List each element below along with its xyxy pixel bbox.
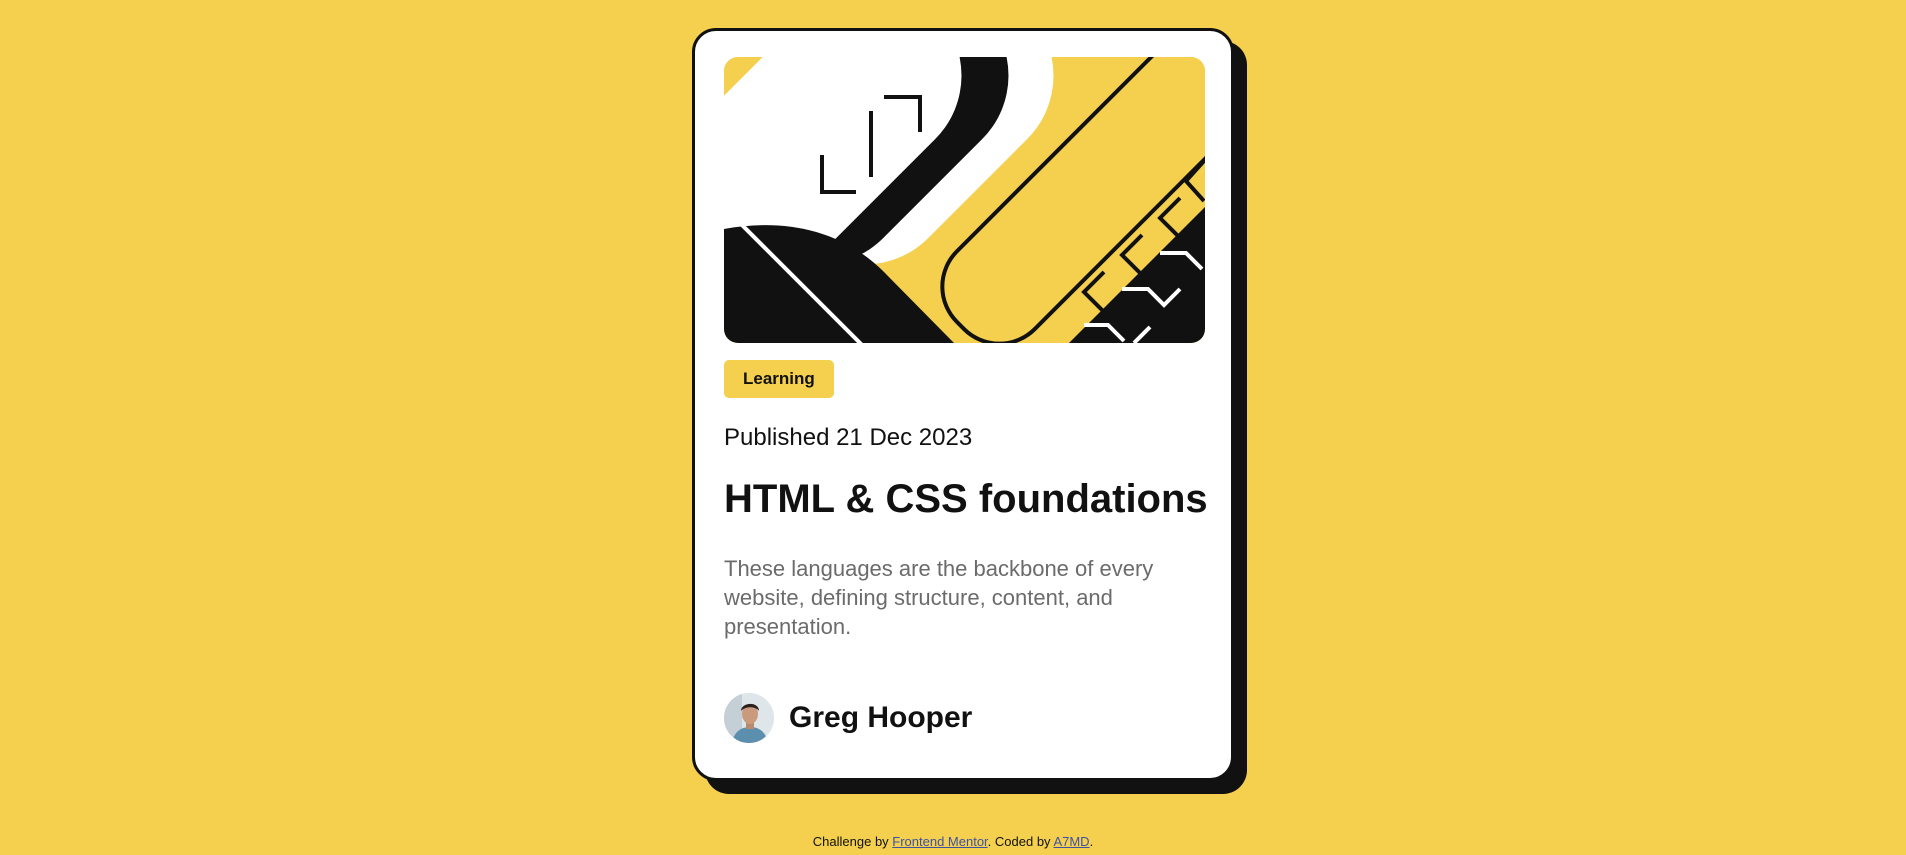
blog-preview-card: Learning Published 21 Dec 2023 HTML & CS… xyxy=(692,28,1234,781)
illustration-article-image xyxy=(724,57,1205,343)
avatar-icon xyxy=(724,693,774,743)
category-tag: Learning xyxy=(724,360,834,398)
article-title[interactable]: HTML & CSS foundations xyxy=(724,477,1208,522)
attribution-middle: . Coded by xyxy=(987,834,1054,849)
article-illustration xyxy=(724,57,1205,343)
author: Greg Hooper xyxy=(724,693,972,743)
frontend-mentor-link[interactable]: Frontend Mentor xyxy=(892,834,987,849)
attribution-prefix: Challenge by xyxy=(812,834,893,849)
article-description: These languages are the backbone of ever… xyxy=(724,556,1154,639)
author-avatar xyxy=(724,693,774,743)
attribution: Challenge by Frontend Mentor. Coded by A… xyxy=(0,834,1906,849)
author-name: Greg Hooper xyxy=(789,701,973,734)
author-link[interactable]: A7MD xyxy=(1053,834,1089,849)
published-date: Published 21 Dec 2023 xyxy=(724,424,973,451)
attribution-suffix: . xyxy=(1089,834,1094,849)
